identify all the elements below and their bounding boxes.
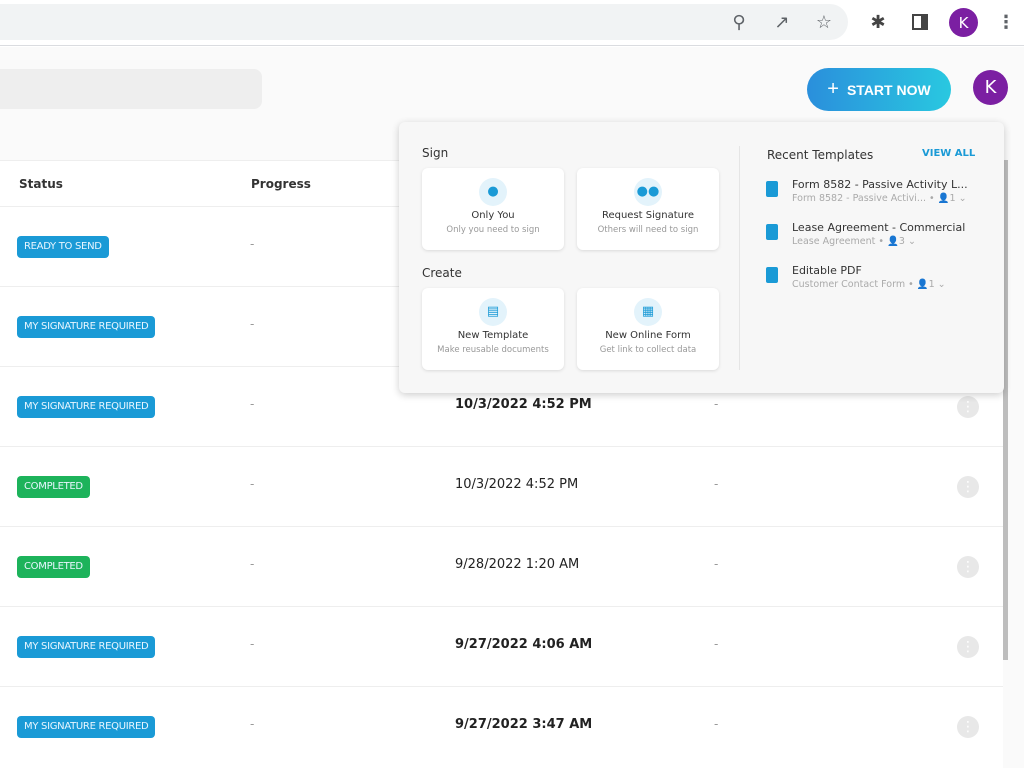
signer-icon: 👤 bbox=[937, 193, 950, 204]
bookmark-star-icon[interactable]: ☆ bbox=[812, 10, 836, 34]
template-type: Form 8582 - Passive Activi... bbox=[792, 193, 926, 204]
chevron-down-icon[interactable]: ⌄ bbox=[908, 236, 916, 247]
more-options-icon[interactable]: ⋮ bbox=[957, 636, 979, 658]
more-options-icon[interactable]: ⋮ bbox=[957, 556, 979, 578]
only-you-card[interactable]: ● Only You Only you need to sign bbox=[422, 168, 564, 250]
more-options-icon[interactable]: ⋮ bbox=[957, 396, 979, 418]
table-row[interactable]: COMPLETED - 10/3/2022 4:52 PM - ⋮ bbox=[0, 446, 1003, 526]
more-options-icon[interactable]: ⋮ bbox=[957, 476, 979, 498]
card-title: Only You bbox=[471, 210, 515, 221]
progress-value: - bbox=[250, 397, 255, 411]
progress-value: - bbox=[250, 477, 255, 491]
column-header-progress: Progress bbox=[251, 177, 311, 191]
form-icon: ▦ bbox=[634, 298, 662, 326]
more-options-icon[interactable]: ⋮ bbox=[957, 716, 979, 738]
search-input[interactable] bbox=[0, 69, 262, 109]
date-value: 9/27/2022 4:06 AM bbox=[455, 637, 593, 652]
card-subtitle: Get link to collect data bbox=[599, 345, 697, 355]
card-title: New Template bbox=[457, 330, 529, 341]
signer-count: 1 bbox=[949, 193, 956, 204]
status-badge: READY TO SEND bbox=[17, 236, 109, 258]
card-subtitle: Only you need to sign bbox=[446, 225, 540, 235]
template-name: Form 8582 - Passive Activity L... bbox=[792, 178, 968, 191]
card-subtitle: Others will need to sign bbox=[597, 225, 699, 235]
people-icon: ●● bbox=[634, 178, 662, 206]
template-name: Lease Agreement - Commercial bbox=[792, 221, 966, 234]
zoom-out-icon[interactable]: ⚲ bbox=[727, 10, 751, 34]
date-value: 10/3/2022 4:52 PM bbox=[455, 397, 592, 412]
status-badge: MY SIGNATURE REQUIRED bbox=[17, 636, 156, 658]
start-now-label: START NOW bbox=[846, 81, 931, 98]
extra-value: - bbox=[714, 637, 719, 651]
template-type: Customer Contact Form bbox=[792, 279, 906, 290]
progress-value: - bbox=[250, 637, 255, 651]
progress-value: - bbox=[250, 717, 255, 731]
document-icon bbox=[766, 224, 778, 240]
recent-templates-label: Recent Templates bbox=[767, 148, 874, 162]
address-bar[interactable] bbox=[0, 4, 848, 40]
share-icon[interactable]: ↗ bbox=[770, 10, 794, 34]
card-subtitle: Make reusable documents bbox=[437, 345, 549, 355]
user-avatar[interactable]: K bbox=[973, 70, 1008, 105]
template-name: Editable PDF bbox=[792, 264, 862, 277]
table-row[interactable]: MY SIGNATURE REQUIRED - 9/27/2022 3:47 A… bbox=[0, 686, 1003, 766]
create-section-label: Create bbox=[422, 266, 462, 280]
start-now-popup: Sign ● Only You Only you need to sign ●●… bbox=[399, 122, 1004, 393]
status-badge: COMPLETED bbox=[17, 476, 90, 498]
extra-value: - bbox=[714, 557, 719, 571]
table-row[interactable]: COMPLETED - 9/28/2022 1:20 AM - ⋮ bbox=[0, 526, 1003, 606]
extra-value: - bbox=[714, 477, 719, 491]
card-title: New Online Form bbox=[605, 330, 691, 341]
extensions-icon[interactable]: ✱ bbox=[866, 10, 890, 34]
side-panel-icon[interactable] bbox=[908, 10, 932, 34]
card-title: Request Signature bbox=[601, 210, 695, 221]
person-icon: ● bbox=[479, 178, 507, 206]
document-icon bbox=[766, 267, 778, 283]
template-subtitle: Lease Agreement • 👤3 ⌄ bbox=[792, 236, 916, 247]
chevron-down-icon[interactable]: ⌄ bbox=[938, 279, 946, 290]
document-icon bbox=[766, 181, 778, 197]
template-subtitle: Form 8582 - Passive Activi... • 👤1 ⌄ bbox=[792, 193, 967, 204]
browser-toolbar: ⚲ ↗ ☆ ✱ K ⋮ bbox=[0, 0, 1024, 46]
template-type: Lease Agreement bbox=[792, 236, 876, 247]
progress-value: - bbox=[250, 317, 255, 331]
status-badge: MY SIGNATURE REQUIRED bbox=[17, 396, 156, 418]
date-value: 9/28/2022 1:20 AM bbox=[455, 557, 580, 572]
menu-icon[interactable]: ⋮ bbox=[994, 10, 1018, 34]
divider bbox=[739, 146, 740, 370]
template-icon: ▤ bbox=[479, 298, 507, 326]
signer-count: 1 bbox=[928, 279, 935, 290]
template-subtitle: Customer Contact Form • 👤1 ⌄ bbox=[792, 279, 946, 290]
progress-value: - bbox=[250, 557, 255, 571]
new-online-form-card[interactable]: ▦ New Online Form Get link to collect da… bbox=[577, 288, 719, 370]
signer-icon: 👤 bbox=[916, 279, 929, 290]
signer-count: 3 bbox=[898, 236, 905, 247]
view-all-link[interactable]: VIEW ALL bbox=[922, 148, 975, 159]
date-value: 9/27/2022 3:47 AM bbox=[455, 717, 593, 732]
table-row[interactable]: MY SIGNATURE REQUIRED - 9/27/2022 4:06 A… bbox=[0, 606, 1003, 686]
browser-profile-avatar[interactable]: K bbox=[949, 8, 978, 37]
date-value: 10/3/2022 4:52 PM bbox=[455, 477, 579, 492]
start-now-button[interactable]: + START NOW bbox=[807, 68, 951, 111]
sign-section-label: Sign bbox=[422, 146, 449, 160]
chevron-down-icon[interactable]: ⌄ bbox=[959, 193, 967, 204]
extra-value: - bbox=[714, 397, 719, 411]
status-badge: COMPLETED bbox=[17, 556, 90, 578]
progress-value: - bbox=[250, 237, 255, 251]
status-badge: MY SIGNATURE REQUIRED bbox=[17, 716, 156, 738]
extra-value: - bbox=[714, 717, 719, 731]
column-header-status: Status bbox=[19, 177, 63, 191]
new-template-card[interactable]: ▤ New Template Make reusable documents bbox=[422, 288, 564, 370]
signer-icon: 👤 bbox=[887, 236, 899, 247]
plus-icon: + bbox=[827, 78, 839, 100]
request-signature-card[interactable]: ●● Request Signature Others will need to… bbox=[577, 168, 719, 250]
status-badge: MY SIGNATURE REQUIRED bbox=[17, 316, 156, 338]
